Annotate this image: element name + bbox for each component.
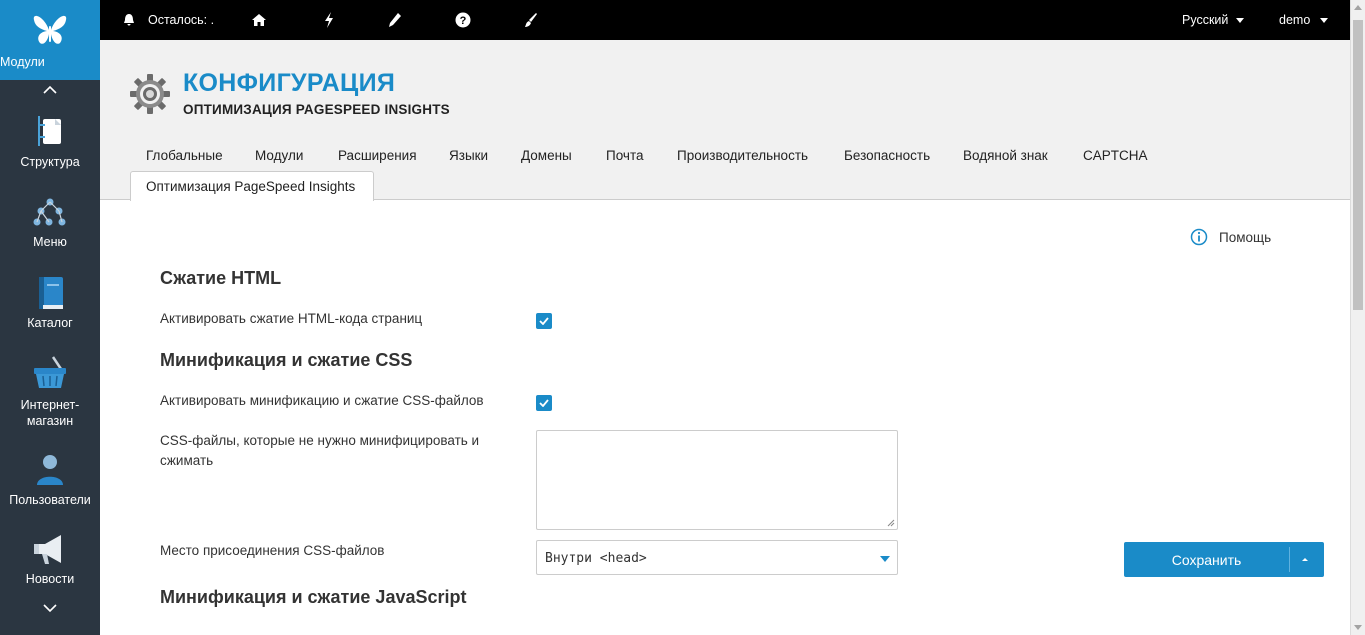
sidebar-item-label: Структура <box>20 155 80 169</box>
remaining-text: Осталось: . <box>148 13 215 27</box>
sidebar-item-label: Пользователи <box>9 493 91 507</box>
user-icon <box>37 455 63 485</box>
caret-down-icon <box>1320 17 1329 23</box>
user-name: demo <box>1279 13 1311 27</box>
sidebar-item-label: Меню <box>33 235 67 249</box>
help-label: Помощь <box>1219 229 1272 245</box>
css-exclude-label-line1: CSS-файлы, которые не нужно минифицирова… <box>160 433 480 448</box>
page-subtitle: ОПТИМИЗАЦИЯ PAGESPEED INSIGHTS <box>183 102 450 117</box>
tab-watermark[interactable]: Водяной знак <box>963 148 1048 163</box>
pen-icon <box>389 13 401 27</box>
sidebar-item-users[interactable]: Пользователи <box>0 452 100 508</box>
caret-down-icon <box>880 556 890 562</box>
svg-text:?: ? <box>460 15 467 27</box>
save-button-divider <box>1289 547 1290 572</box>
sidebar-item-catalog[interactable]: Каталог <box>0 276 100 331</box>
checkmark-icon <box>539 317 549 325</box>
home-link[interactable] <box>251 0 267 40</box>
structure-icon <box>38 116 61 146</box>
notifications[interactable]: Осталось: . <box>122 0 214 40</box>
quick-actions-link[interactable] <box>323 0 335 40</box>
help-link[interactable]: Помощь <box>1190 228 1271 246</box>
css-place-label: Место присоединения CSS-файлов <box>160 543 385 558</box>
css-exclude-textarea[interactable] <box>536 430 898 530</box>
sidebar-item-label: Каталог <box>27 316 73 330</box>
css-exclude-label: CSS-файлы, которые не нужно минифицирова… <box>160 431 479 471</box>
butterfly-icon <box>33 15 67 44</box>
help-link[interactable]: ? <box>455 0 471 40</box>
sidebar-item-shop[interactable]: Интернет- магазин <box>0 355 100 429</box>
tab-modules[interactable]: Модули <box>255 148 303 163</box>
scroll-up-arrow[interactable] <box>1354 5 1362 10</box>
design-link[interactable] <box>524 0 538 40</box>
user-dropdown[interactable]: demo <box>1279 0 1329 40</box>
section-css-heading: Минификация и сжатие CSS <box>160 350 413 370</box>
sidebar-item-menu[interactable]: Меню <box>0 196 100 250</box>
sidebar-item-label: Модули <box>0 55 45 69</box>
html-enable-label: Активировать сжатие HTML-кода страниц <box>160 311 423 326</box>
html-enable-checkbox[interactable] <box>536 313 552 329</box>
tab-global[interactable]: Глобальные <box>146 148 223 163</box>
language-dropdown[interactable]: Русский <box>1182 0 1245 40</box>
menu-tree-icon <box>33 198 66 226</box>
top-bar: Осталось: . ? Русский demo <box>100 0 1350 40</box>
css-place-select[interactable]: Внутри <head> <box>536 540 898 575</box>
sidebar: Модули Структура Меню Каталог Интернет- … <box>0 0 100 635</box>
css-place-value: Внутри <head> <box>545 551 647 566</box>
gear-icon <box>130 74 170 114</box>
sidebar-item-modules[interactable]: Модули <box>0 0 100 80</box>
tab-security[interactable]: Безопасность <box>844 148 930 163</box>
book-icon <box>39 277 63 309</box>
edit-link[interactable] <box>388 0 402 40</box>
bell-icon <box>124 14 134 26</box>
tab-domains[interactable]: Домены <box>521 148 572 163</box>
brush-icon <box>525 13 537 27</box>
tab-performance[interactable]: Производительность <box>677 148 808 163</box>
tab-mail[interactable]: Почта <box>606 148 644 163</box>
page-title: КОНФИГУРАЦИЯ <box>183 69 396 97</box>
sidebar-item-news[interactable]: Новости <box>0 532 100 587</box>
tab-pagespeed[interactable]: Оптимизация PageSpeed Insights <box>130 171 374 201</box>
sidebar-item-label-line2: магазин <box>26 414 74 428</box>
css-exclude-label-line2: сжимать <box>160 453 214 468</box>
page-scrollbar[interactable] <box>1350 0 1365 635</box>
sidebar-item-label-line1: Интернет- <box>20 398 80 412</box>
css-enable-checkbox[interactable] <box>536 395 552 411</box>
scroll-down-arrow[interactable] <box>0 600 100 616</box>
home-icon <box>252 14 266 26</box>
section-js-heading: Минификация и сжатие JavaScript <box>160 587 467 607</box>
chevron-up-icon <box>43 85 57 94</box>
language-value: Русский <box>1182 13 1229 27</box>
checkmark-icon <box>539 399 549 407</box>
caret-down-icon <box>1236 17 1245 23</box>
save-button[interactable]: Сохранить <box>1124 542 1324 577</box>
lightning-icon <box>325 12 333 28</box>
caret-up-icon[interactable] <box>1302 558 1308 561</box>
scroll-up-arrow[interactable] <box>0 82 100 98</box>
question-icon: ? <box>455 12 471 28</box>
tab-captcha[interactable]: CAPTCHA <box>1083 148 1148 163</box>
sidebar-item-label: Интернет- магазин <box>0 397 100 429</box>
megaphone-icon <box>34 535 61 564</box>
scroll-down-arrow[interactable] <box>1354 625 1362 630</box>
css-enable-label: Активировать минификацию и сжатие CSS-фа… <box>160 393 484 408</box>
basket-icon <box>34 356 66 388</box>
sidebar-item-label: Новости <box>25 572 75 586</box>
tab-extensions[interactable]: Расширения <box>338 148 417 163</box>
tab-languages[interactable]: Языки <box>449 148 488 163</box>
section-html-heading: Сжатие HTML <box>160 268 282 288</box>
chevron-down-icon <box>43 604 57 613</box>
sidebar-item-structure[interactable]: Структура <box>0 114 100 170</box>
info-icon <box>1190 228 1208 246</box>
scroll-thumb[interactable] <box>1353 20 1363 310</box>
save-button-label: Сохранить <box>1171 551 1242 568</box>
resize-handle-icon[interactable] <box>887 519 895 527</box>
